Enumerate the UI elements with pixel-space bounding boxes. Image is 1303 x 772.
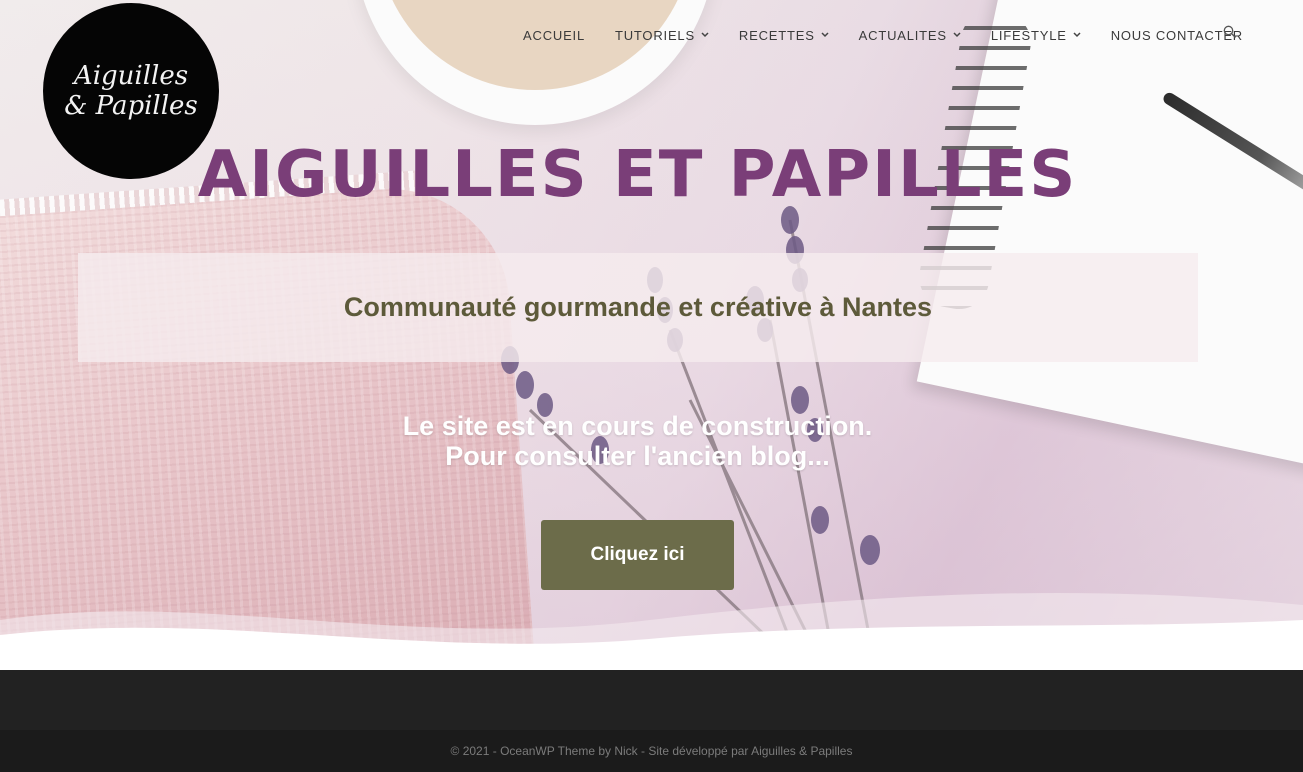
- tagline-box: Communauté gourmande et créative à Nante…: [78, 253, 1198, 362]
- logo-text-line1: Aiguilles: [73, 61, 189, 91]
- coffee-cup-image: [355, 0, 715, 125]
- chevron-down-icon: [1073, 30, 1081, 41]
- chevron-down-icon: [821, 30, 829, 41]
- chevron-down-icon: [701, 30, 709, 41]
- nav-item-label: RECETTES: [738, 27, 815, 43]
- footer-widgets: [0, 670, 1303, 730]
- nav-item-accueil[interactable]: ACCUEIL: [523, 28, 585, 43]
- chevron-down-icon: [953, 30, 961, 41]
- logo-text-line2: & Papilles: [64, 91, 198, 121]
- cliquez-ici-button[interactable]: Cliquez ici: [541, 520, 734, 590]
- nav-item-lifestyle[interactable]: LIFESTYLE: [991, 28, 1081, 43]
- notice-line1: Le site est en cours de construction.: [402, 411, 873, 441]
- nav-item-label: ACTUALITES: [858, 27, 947, 43]
- nav-item-recettes[interactable]: RECETTES: [739, 28, 829, 43]
- wave-divider: [0, 593, 1303, 670]
- search-icon[interactable]: [1223, 25, 1237, 39]
- main-navigation: ACCUEIL TUTORIELS RECETTES ACTUALITES LI…: [523, 24, 1243, 46]
- notice-line2: Pour consulter l'ancien blog...: [445, 441, 830, 471]
- footer-bottom: © 2021 - OceanWP Theme by Nick - Site dé…: [0, 730, 1303, 772]
- construction-notice: Le site est en cours de construction. Po…: [0, 411, 1275, 471]
- nav-item-actualites[interactable]: ACTUALITES: [859, 28, 961, 43]
- site-title: AIGUILLES ET PAPILLES: [197, 138, 1078, 212]
- nav-item-tutoriels[interactable]: TUTORIELS: [615, 28, 709, 43]
- copyright-text: © 2021 - OceanWP Theme by Nick - Site dé…: [450, 744, 853, 758]
- nav-item-label: LIFESTYLE: [990, 27, 1067, 43]
- nav-item-label: TUTORIELS: [615, 27, 695, 43]
- tagline: Communauté gourmande et créative à Nante…: [343, 292, 933, 322]
- nav-item-label: ACCUEIL: [523, 27, 585, 43]
